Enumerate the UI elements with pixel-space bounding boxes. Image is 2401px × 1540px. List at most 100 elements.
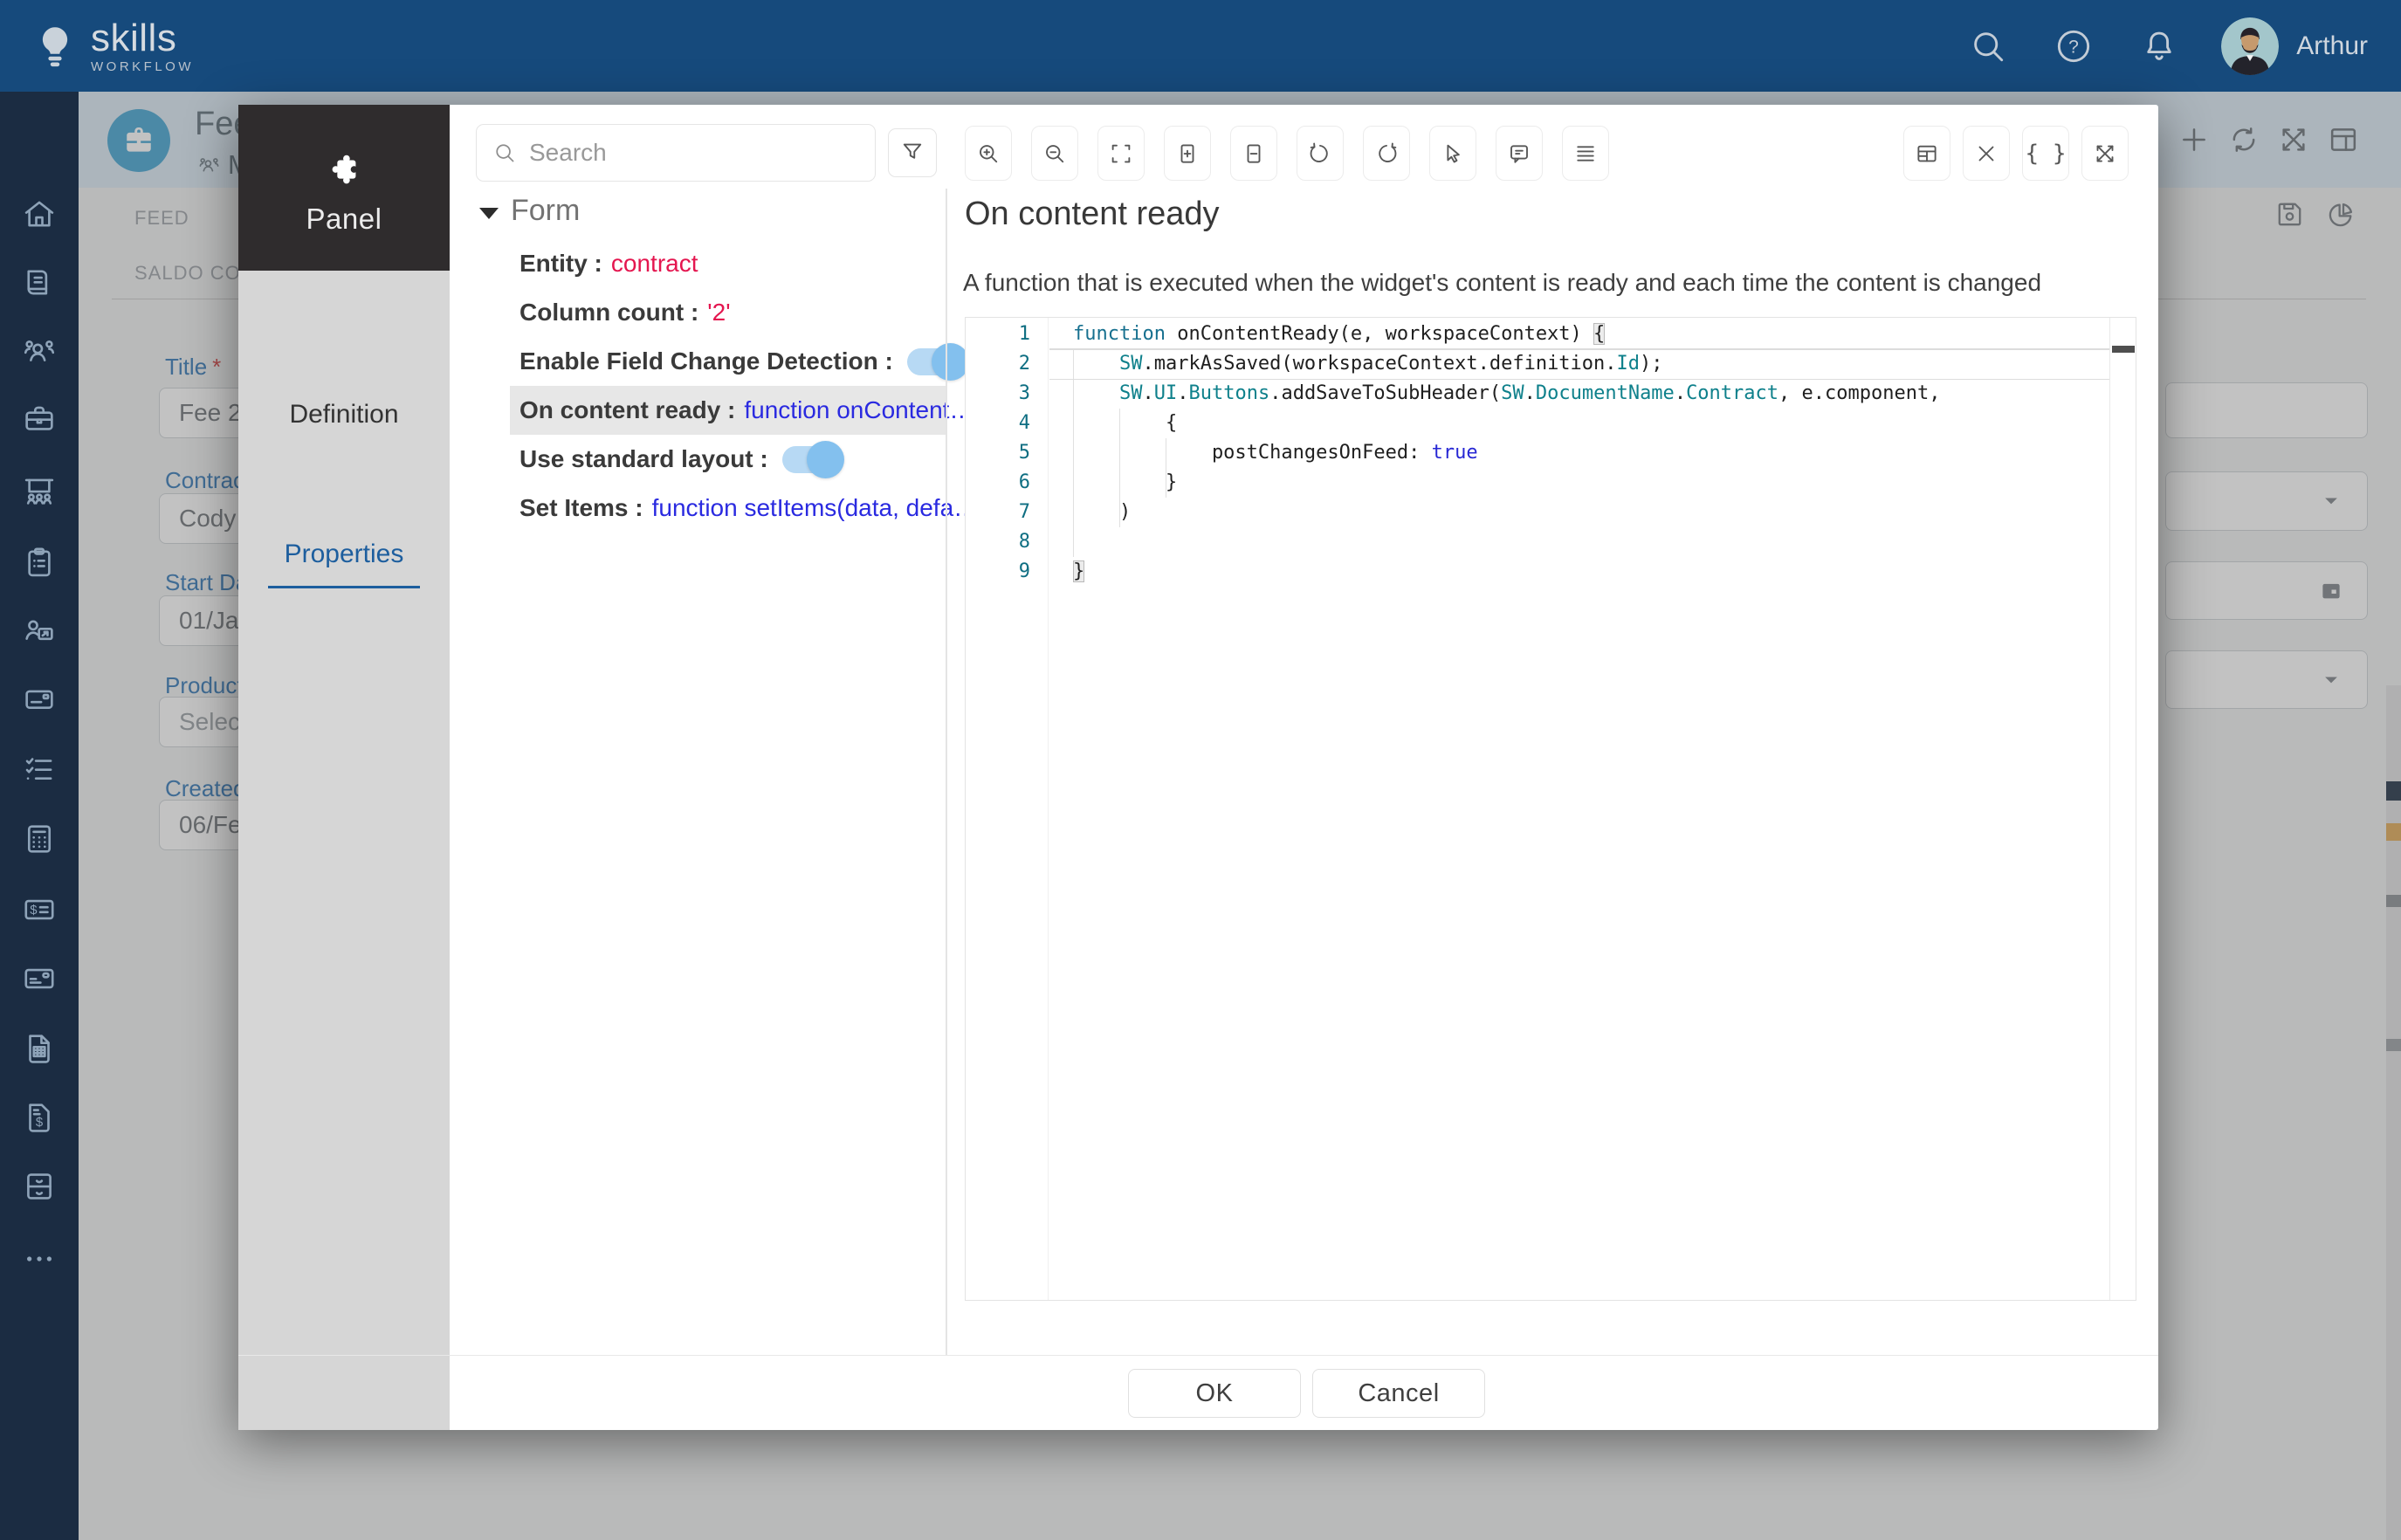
redo-button[interactable] bbox=[1363, 126, 1410, 181]
sidebar-item-tasks-icon[interactable] bbox=[21, 544, 58, 581]
toggle-use-standard-layout[interactable] bbox=[782, 446, 838, 473]
editor-scrollbar-thumb[interactable] bbox=[2112, 346, 2135, 353]
sidebar-item-archive-icon[interactable] bbox=[21, 1168, 58, 1205]
tree-item-value: function setItems(data, defa… bbox=[652, 494, 979, 522]
ok-button[interactable]: OK bbox=[1128, 1369, 1301, 1418]
zoom-out-button[interactable] bbox=[1031, 126, 1078, 181]
menu-icon bbox=[1572, 141, 1599, 167]
user-avatar[interactable] bbox=[2221, 17, 2279, 75]
editor-description: A function that is executed when the wid… bbox=[963, 269, 2041, 297]
sidebar-item-more-icon[interactable] bbox=[21, 1241, 58, 1277]
side-navigation: $$ bbox=[0, 92, 79, 1540]
line-number: 9 bbox=[966, 557, 1048, 587]
collapse-block-button[interactable] bbox=[1230, 126, 1277, 181]
cancel-button[interactable]: Cancel bbox=[1312, 1369, 1485, 1418]
editor-toolbar-right: { } bbox=[1903, 126, 2129, 181]
fit-icon bbox=[1108, 141, 1134, 167]
comment-button[interactable] bbox=[1496, 126, 1543, 181]
tree-item-label: Set Items : bbox=[519, 494, 643, 522]
username[interactable]: Arthur bbox=[2296, 31, 2368, 61]
line-number: 3 bbox=[966, 379, 1048, 409]
line-number: 2 bbox=[966, 349, 1048, 379]
app-logo[interactable]: skills WORKFLOW bbox=[30, 19, 194, 73]
menu-button[interactable] bbox=[1562, 126, 1609, 181]
panel-title: Panel bbox=[238, 203, 450, 236]
panel-tab-definition[interactable]: Definition bbox=[238, 400, 450, 430]
tree-item-value: '2' bbox=[707, 299, 730, 327]
tree-item-label: Column count : bbox=[519, 299, 698, 327]
tree-item-entity[interactable]: Entity : contract bbox=[510, 239, 946, 288]
panel-tab-properties[interactable]: Properties bbox=[238, 540, 450, 569]
sidebar-item-card-icon[interactable] bbox=[21, 960, 58, 997]
code-line-2: SW.markAsSaved(workspaceContext.definiti… bbox=[1049, 349, 2109, 379]
code-line-9: } bbox=[1049, 557, 2109, 587]
zoom-in-button[interactable] bbox=[965, 126, 1012, 181]
expand-block-button[interactable] bbox=[1164, 126, 1211, 181]
sidebar-item-meetings-icon[interactable] bbox=[21, 473, 58, 510]
pointer-icon bbox=[1440, 141, 1466, 167]
sidebar-item-team-icon[interactable] bbox=[21, 333, 58, 370]
comment-icon bbox=[1506, 141, 1532, 167]
tree-item-set-items[interactable]: Set Items :function setItems(data, defa… bbox=[510, 484, 946, 533]
tree-item-column-count[interactable]: Column count : '2' bbox=[510, 288, 946, 337]
collapse-block-icon bbox=[1241, 141, 1267, 167]
panel-properties-dialog: Panel Definition Properties Form Entity :… bbox=[238, 105, 2158, 1430]
sidebar-item-calculator-icon[interactable] bbox=[21, 821, 58, 857]
table-button[interactable] bbox=[1903, 126, 1950, 181]
filter-button[interactable] bbox=[888, 128, 937, 177]
sidebar-item-file-grid-icon[interactable] bbox=[21, 1030, 58, 1067]
sidebar-item-jobs-icon[interactable] bbox=[21, 401, 58, 437]
editor-scrollbar[interactable] bbox=[2109, 318, 2136, 1300]
sidebar-item-file-dollar-icon[interactable]: $ bbox=[21, 1099, 58, 1136]
tree-item-label: Use standard layout : bbox=[519, 445, 768, 473]
braces-icon: { } bbox=[2026, 141, 2067, 167]
line-number: 1 bbox=[966, 320, 1048, 349]
toggle-knob bbox=[807, 441, 844, 478]
tree-item-on-content-ready[interactable]: On content ready :function onContent… bbox=[510, 386, 946, 435]
toggle-knob bbox=[932, 343, 969, 381]
sidebar-item-home-icon[interactable] bbox=[21, 196, 58, 232]
code-line-7: ) bbox=[1049, 498, 2109, 527]
line-number: 4 bbox=[966, 409, 1048, 438]
fit-button[interactable] bbox=[1097, 126, 1145, 181]
sidebar-item-knowledge-icon[interactable] bbox=[21, 264, 58, 300]
sidebar-item-checklist-icon[interactable] bbox=[21, 752, 58, 788]
braces-button[interactable]: { } bbox=[2022, 126, 2069, 181]
maximize-icon bbox=[2092, 141, 2118, 167]
help-icon[interactable]: ? bbox=[2054, 26, 2094, 66]
top-bar: skills WORKFLOW ? Arthur bbox=[0, 0, 2401, 92]
search-icon[interactable] bbox=[1968, 26, 2008, 66]
code-line-5: postChangesOnFeed: true bbox=[1049, 438, 2109, 468]
code-line-6: } bbox=[1049, 468, 2109, 498]
tree-item-label: On content ready : bbox=[519, 396, 735, 424]
expand-block-icon bbox=[1174, 141, 1200, 167]
zoom-in-icon bbox=[975, 141, 1001, 167]
tree-node-form[interactable]: Form bbox=[479, 194, 580, 228]
puzzle-icon bbox=[324, 150, 364, 190]
toggle-enable-field-change-detection[interactable] bbox=[907, 348, 963, 375]
search-input[interactable] bbox=[527, 138, 859, 168]
tree-item-enable-field-change-detection[interactable]: Enable Field Change Detection : bbox=[510, 337, 946, 386]
tree-item-label: Entity : bbox=[519, 250, 602, 278]
code-line-4: { bbox=[1049, 409, 2109, 438]
table-icon bbox=[1914, 141, 1940, 167]
tree-item-value: contract bbox=[611, 250, 698, 278]
notifications-bell-icon[interactable] bbox=[2139, 26, 2179, 66]
svg-text:$: $ bbox=[30, 904, 38, 918]
editor-code-area: function onContentReady(e, workspaceCont… bbox=[1049, 318, 2109, 1300]
sidebar-item-crm-icon[interactable] bbox=[21, 612, 58, 649]
code-editor[interactable]: 123456789 function onContentReady(e, wor… bbox=[965, 317, 2136, 1301]
editor-title: On content ready bbox=[965, 196, 1220, 233]
undo-icon bbox=[1307, 141, 1333, 167]
collapse-caret-icon bbox=[479, 208, 499, 219]
maximize-button[interactable] bbox=[2081, 126, 2129, 181]
close-button[interactable] bbox=[1963, 126, 2010, 181]
tree-item-use-standard-layout[interactable]: Use standard layout : bbox=[510, 435, 946, 484]
property-tree: Entity : contract Column count : '2' Enable … bbox=[510, 239, 946, 533]
pointer-button[interactable] bbox=[1429, 126, 1476, 181]
line-number: 5 bbox=[966, 438, 1048, 468]
tree-item-value: function onContent… bbox=[744, 396, 973, 424]
undo-button[interactable] bbox=[1297, 126, 1344, 181]
sidebar-item-id-card-icon[interactable] bbox=[21, 681, 58, 718]
sidebar-item-money-check-icon[interactable]: $ bbox=[21, 891, 58, 928]
